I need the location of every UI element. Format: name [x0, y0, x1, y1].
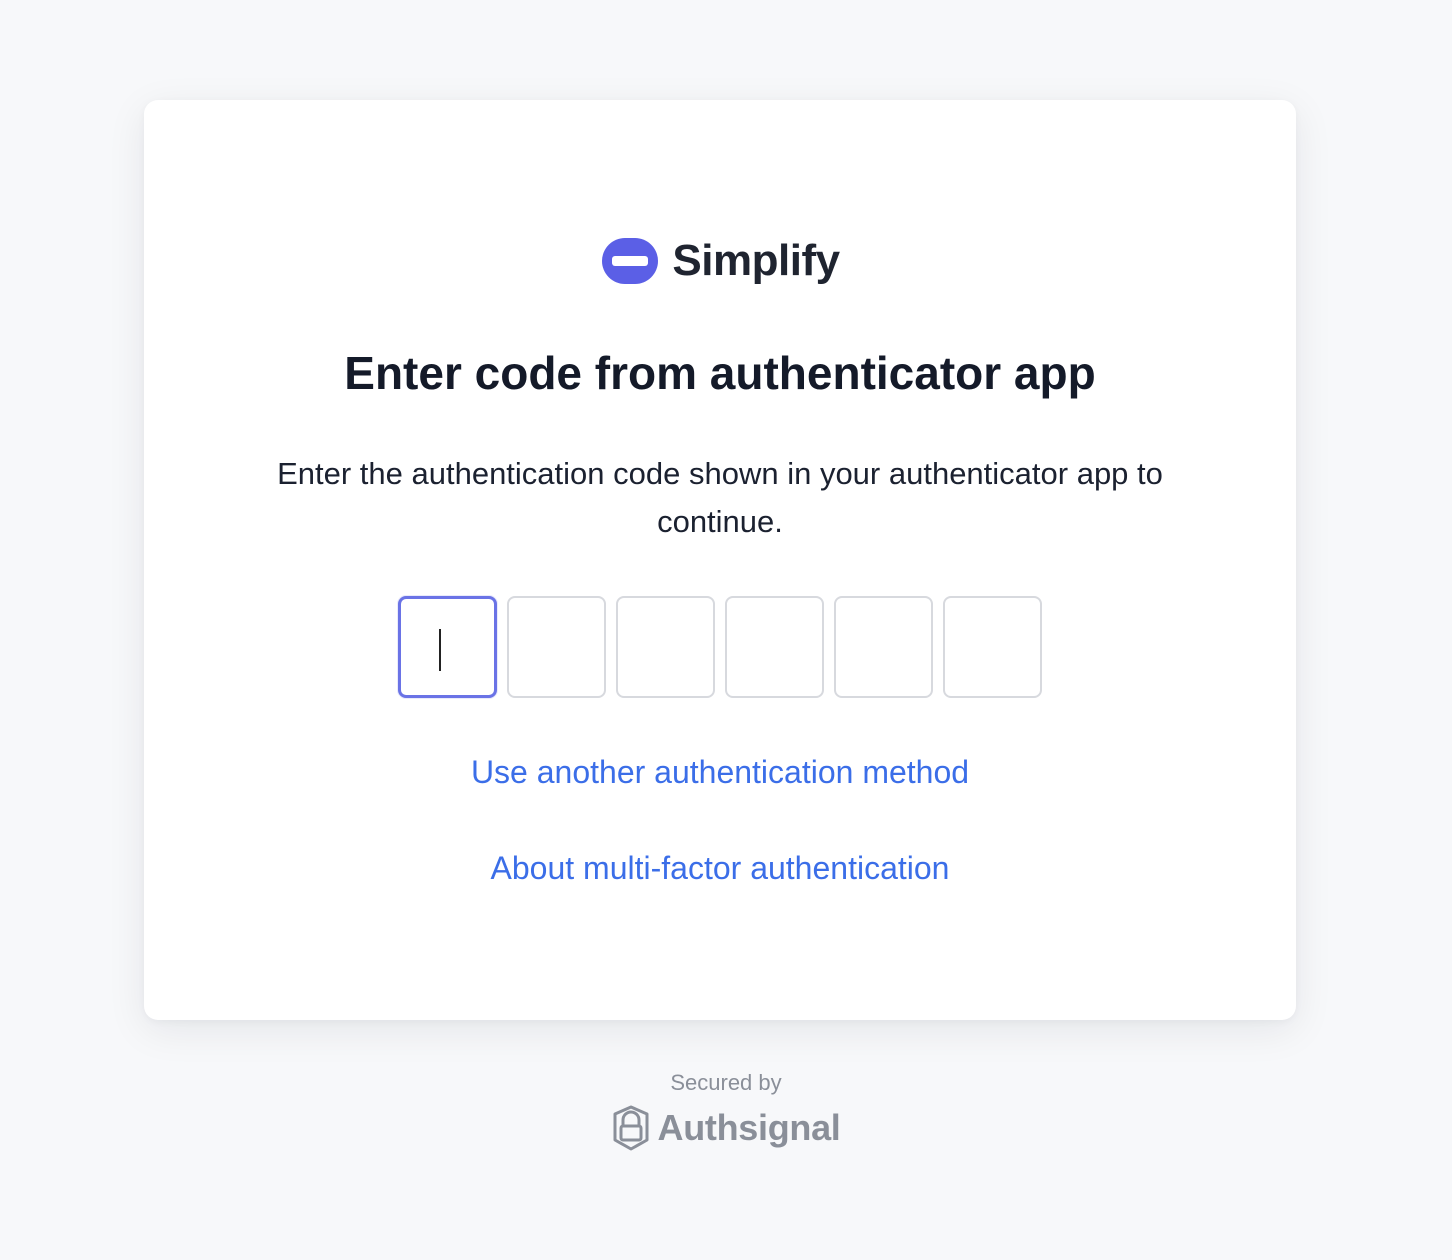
use-another-method-link[interactable]: Use another authentication method — [144, 752, 1296, 792]
code-digit-6[interactable] — [943, 596, 1042, 698]
code-digit-3[interactable] — [616, 596, 715, 698]
simplify-logo-icon — [602, 238, 659, 284]
code-input-group — [144, 596, 1296, 698]
code-digit-4[interactable] — [725, 596, 824, 698]
authsignal-shield-icon — [613, 1105, 648, 1151]
code-digit-1[interactable] — [398, 596, 497, 698]
page-title: Enter code from authenticator app — [344, 347, 1096, 399]
secured-by-label: Secured by — [670, 1070, 782, 1095]
auth-card: Simplify Enter code from authenticator a… — [144, 100, 1296, 1020]
brand-name: Simplify — [672, 236, 840, 285]
code-digit-5[interactable] — [834, 596, 933, 698]
provider-brand: Authsignal — [0, 1104, 1452, 1152]
text-cursor — [439, 629, 441, 671]
page-description: Enter the authentication code shown in y… — [277, 456, 1163, 539]
about-mfa-link[interactable]: About multi-factor authentication — [144, 848, 1296, 888]
code-digit-2[interactable] — [507, 596, 606, 698]
provider-name: Authsignal — [657, 1107, 841, 1148]
brand-header: Simplify — [144, 236, 1296, 286]
footer: Secured by Authsignal — [0, 1068, 1452, 1152]
